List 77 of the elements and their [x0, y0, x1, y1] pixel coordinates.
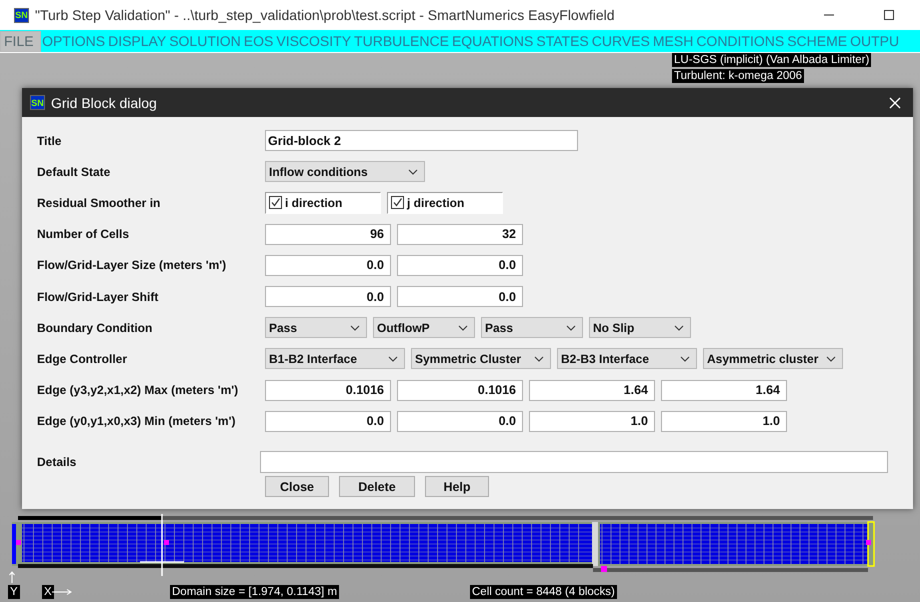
field-label: Residual Smoother in	[37, 196, 162, 210]
number-field[interactable]: 1.0	[529, 410, 655, 432]
cell-count-label: Cell count = 8448 (4 blocks)	[470, 585, 617, 599]
dropdown[interactable]: B2-B3 Interface	[557, 348, 697, 370]
dialog-button[interactable]: Help	[425, 476, 489, 498]
check-icon	[392, 197, 403, 208]
menu-item[interactable]: DISPLAY	[106, 30, 168, 52]
number-field[interactable]: 0.0	[397, 410, 523, 432]
dropdown[interactable]: Asymmetric cluster	[703, 348, 843, 370]
chevron-down-icon	[458, 324, 468, 331]
number-field[interactable]: 0.1016	[397, 380, 523, 401]
chevron-down-icon	[388, 356, 398, 362]
scheme-label: Turbulent: k-omega 2006	[672, 69, 804, 83]
number-field[interactable]: 0.0	[265, 254, 391, 276]
field-label: Default State	[37, 164, 112, 179]
number-field[interactable]: 0.1016	[265, 380, 391, 401]
field-label: Edge (y3,y2,x1,x2) Max (meters 'm')	[37, 383, 240, 398]
dialog-button[interactable]: Delete	[339, 476, 415, 498]
dropdown[interactable]: Pass	[481, 317, 583, 338]
field-label: Flow/Grid-Layer Shift	[37, 290, 160, 304]
checkbox[interactable]: j direction	[387, 192, 503, 214]
number-field[interactable]: 32	[397, 224, 523, 245]
window-title: "Turb Step Validation" - ..\turb_step_validation\prob\test.script - SmartNumerics EasyFlowfield	[35, 7, 616, 23]
menu-item[interactable]: VISCOSITY	[274, 30, 353, 52]
menu-item[interactable]: TURBULENCE	[352, 30, 450, 52]
dropdown[interactable]: No Slip	[589, 317, 691, 338]
menu-item[interactable]: STATES	[534, 30, 590, 52]
menu-item[interactable]: OUTPU	[848, 30, 901, 52]
arrow-icon	[52, 589, 72, 595]
menu-item[interactable]: MESH	[651, 30, 695, 52]
menu-item[interactable]: CONDITIONS	[694, 30, 786, 52]
number-field[interactable]: 0.0	[397, 254, 523, 276]
axis-label: Y	[8, 585, 20, 599]
app-logo: SN	[14, 8, 29, 22]
menu-item[interactable]: EQUATIONS	[450, 30, 535, 52]
number-field[interactable]: 1.64	[661, 380, 787, 401]
checkbox[interactable]: i direction	[265, 192, 381, 214]
dialog-title: Grid Block dialog	[51, 94, 158, 110]
dropdown[interactable]: OutflowP	[373, 317, 475, 338]
details-field[interactable]	[260, 451, 888, 474]
number-field[interactable]: 1.0	[661, 410, 787, 432]
scheme-label: LU-SGS (implicit) (Van Albada Limiter)	[672, 53, 872, 67]
dropdown[interactable]: Inflow conditions	[265, 161, 425, 182]
field-label: Boundary Condition	[37, 320, 154, 335]
field-label: Edge Controller	[37, 352, 128, 366]
arrow-icon	[9, 571, 15, 583]
number-field[interactable]: 96	[265, 224, 391, 245]
chevron-down-icon	[350, 324, 360, 331]
domain-size-label: Domain size = [1.974, 0.1143] m	[170, 585, 340, 599]
menu-item[interactable]: EOS	[242, 30, 275, 52]
menu-item[interactable]: SOLUTION	[168, 30, 242, 52]
menu-item[interactable]: SCHEME	[786, 30, 849, 52]
field-label: Edge (y0,y1,x0,x3) Min (meters 'm')	[37, 414, 236, 428]
chevron-down-icon	[534, 356, 544, 362]
menu-item[interactable]: OPTIONS	[40, 30, 107, 52]
dropdown[interactable]: B1-B2 Interface	[265, 348, 405, 370]
dialog-button[interactable]: Close	[265, 476, 329, 498]
chevron-down-icon	[826, 356, 836, 362]
check-icon	[270, 197, 281, 208]
title-field[interactable]: Grid-block 2	[265, 130, 578, 152]
field-label: Flow/Grid-Layer Size (meters 'm')	[37, 258, 228, 272]
menu-item[interactable]: CURVES	[590, 30, 652, 52]
chevron-down-icon	[566, 324, 576, 331]
number-field[interactable]: 0.0	[397, 286, 523, 308]
chevron-down-icon	[680, 356, 690, 362]
dropdown[interactable]: Symmetric Cluster	[411, 348, 551, 370]
chevron-down-icon	[674, 324, 684, 331]
number-field[interactable]: 1.64	[529, 380, 655, 401]
axis-label: X	[42, 585, 54, 599]
app-logo: SN	[30, 95, 45, 110]
field-label: Details	[37, 455, 78, 470]
number-field[interactable]: 0.0	[265, 410, 391, 432]
number-field[interactable]: 0.0	[265, 286, 391, 308]
chevron-down-icon	[408, 168, 418, 175]
dropdown[interactable]: Pass	[265, 317, 367, 338]
field-label: Number of Cells	[37, 227, 130, 242]
field-label: Title	[37, 134, 62, 148]
